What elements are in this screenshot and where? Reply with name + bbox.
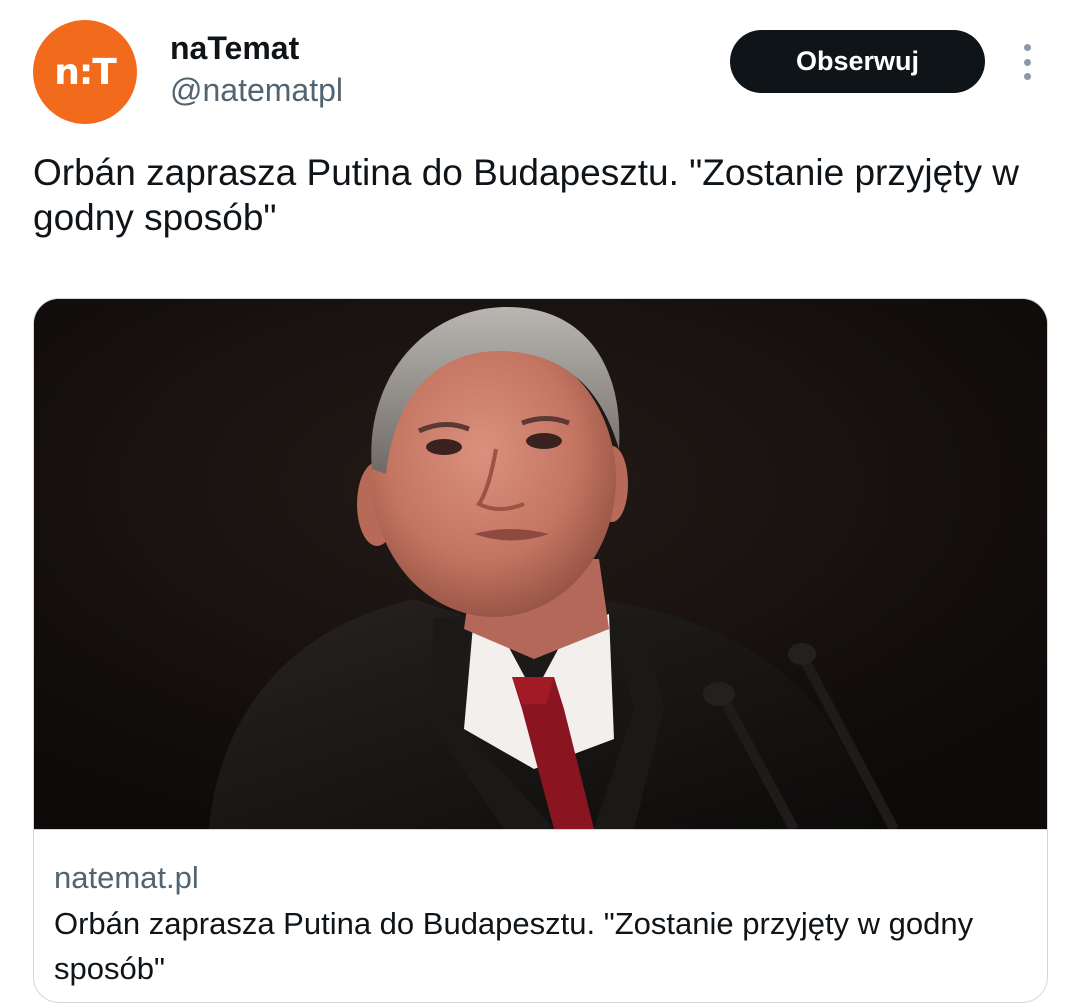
card-image[interactable]: [34, 299, 1047, 829]
more-dot: [1023, 73, 1031, 80]
card-title: Orbán zaprasza Putina do Budapesztu. "Zo…: [54, 906, 974, 986]
tweet-text: Orbán zaprasza Putina do Budapesztu. "Zo…: [33, 152, 1019, 238]
avatar-logo-text: n:T: [54, 51, 117, 93]
card-domain: natemat.pl: [54, 860, 199, 895]
more-dot: [1023, 44, 1031, 51]
follow-button[interactable]: Obserwuj: [730, 30, 985, 93]
avatar[interactable]: n:T: [33, 20, 137, 124]
more-dot: [1023, 58, 1031, 66]
card-footer[interactable]: natemat.pl Orbán zaprasza Putina do Buda…: [34, 829, 1047, 986]
author-display-name[interactable]: naTemat: [170, 28, 299, 68]
author-handle[interactable]: @natematpl: [170, 70, 343, 110]
portrait-photo: [34, 299, 1047, 829]
more-vertical-icon[interactable]: [1012, 42, 1042, 82]
link-card[interactable]: natemat.pl Orbán zaprasza Putina do Buda…: [33, 298, 1048, 1003]
